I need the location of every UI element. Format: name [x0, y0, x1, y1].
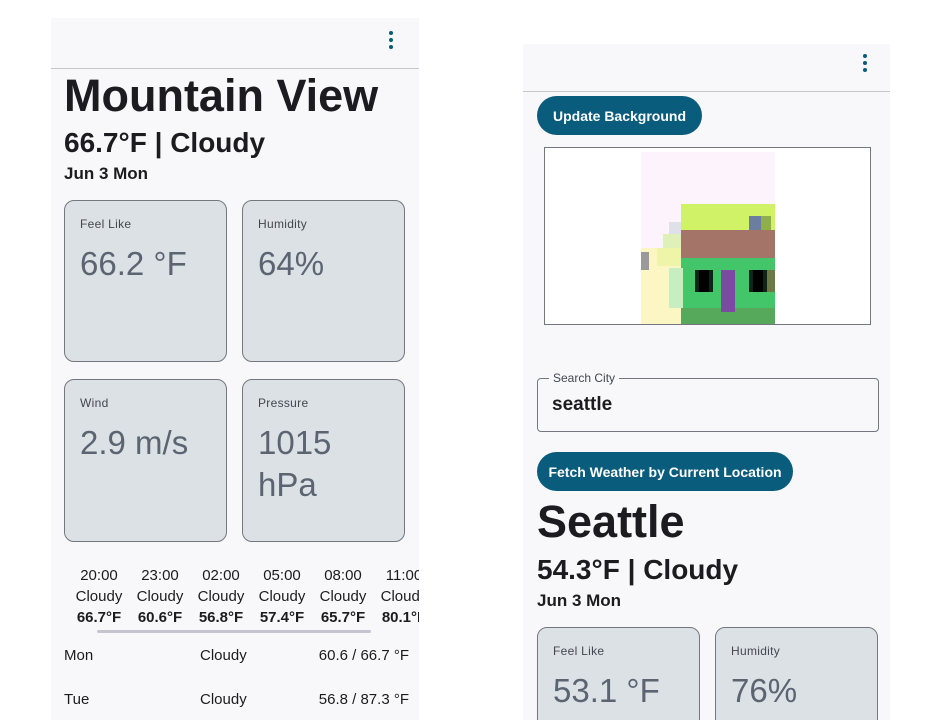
hourly-item: 08:00 Cloudy 65.7°F — [313, 565, 373, 625]
daily-row: Mon Cloudy 60.6 / 66.7 °F — [64, 647, 409, 671]
card-label: Humidity — [731, 644, 781, 658]
card-label: Wind — [80, 396, 109, 410]
current-date: Jun 3 Mon — [64, 164, 149, 183]
pixel-house-image — [641, 152, 775, 324]
hour-condition: Cloudy — [75, 588, 123, 605]
card-value: 2.9 m/s — [80, 424, 189, 461]
left-screen: Mountain View 66.7°F | Cloudy Jun 3 Mon … — [51, 18, 419, 720]
daily-range: 56.8 / 87.3 °F — [318, 691, 409, 708]
card-value: 1015 hPa — [258, 424, 332, 503]
daily-range: 60.6 / 66.7 °F — [318, 647, 409, 664]
fetch-location-button[interactable]: Fetch Weather by Current Location — [537, 452, 793, 491]
hour-time: 02:00 — [202, 567, 240, 584]
card-label: Feel Like — [80, 217, 132, 231]
hourly-item: 23:00 Cloudy 60.6°F — [130, 565, 190, 625]
card-value: 66.2 °F — [80, 245, 187, 282]
wind-card: Wind 2.9 m/s — [64, 379, 227, 542]
feel-like-card: Feel Like 53.1 °F — [537, 627, 700, 720]
search-city-field[interactable]: Search City — [537, 371, 879, 432]
hour-time: 20:00 — [80, 567, 118, 584]
horizontal-scrollbar[interactable] — [97, 630, 371, 633]
card-label: Pressure — [258, 396, 309, 410]
hourly-item: 05:00 Cloudy 57.4°F — [252, 565, 312, 625]
feel-like-card: Feel Like 66.2 °F — [64, 200, 227, 362]
hour-time: 05:00 — [263, 567, 301, 584]
hour-time: 23:00 — [141, 567, 179, 584]
right-screen: Update Background Search City seattle Fe… — [523, 44, 890, 720]
daily-condition: Cloudy — [200, 647, 247, 664]
card-label: Feel Like — [553, 644, 605, 658]
hour-condition: Cloudy — [258, 588, 306, 605]
background-image — [544, 147, 871, 325]
pressure-card: Pressure 1015 hPa — [242, 379, 405, 542]
hourly-item: 02:00 Cloudy 56.8°F — [191, 565, 251, 625]
top-app-bar — [51, 18, 419, 69]
hour-temp: 65.7°F — [320, 609, 366, 625]
daily-day: Tue — [64, 691, 90, 708]
daily-day: Mon — [64, 647, 94, 664]
more-vert-icon[interactable] — [385, 28, 397, 52]
update-background-button[interactable]: Update Background — [537, 96, 702, 135]
hourly-forecast[interactable]: 20:00 Cloudy 66.7°F 23:00 Cloudy 60.6°F … — [73, 565, 419, 625]
hour-temp: 66.7°F — [76, 609, 122, 625]
city-title: Seattle — [537, 496, 685, 547]
top-app-bar — [523, 44, 890, 92]
current-condition: 54.3°F | Cloudy — [537, 554, 739, 585]
daily-row: Tue Cloudy 56.8 / 87.3 °F — [64, 691, 409, 715]
hour-time: 11:00 — [385, 567, 419, 584]
hour-temp: 56.8°F — [198, 609, 244, 625]
humidity-card: Humidity 64% — [242, 200, 405, 362]
hour-temp: 57.4°F — [259, 609, 305, 625]
hour-time: 08:00 — [324, 567, 362, 584]
hour-condition: Cloudy — [136, 588, 184, 605]
more-vert-icon[interactable] — [859, 51, 871, 75]
hour-temp: 60.6°F — [137, 609, 183, 625]
card-label: Humidity — [258, 217, 308, 231]
humidity-card: Humidity 76% — [715, 627, 878, 720]
hour-temp: 80.1°F — [381, 609, 419, 625]
city-title: Mountain View — [64, 70, 379, 121]
search-city-label: Search City — [549, 371, 620, 386]
search-input[interactable] — [552, 394, 862, 416]
current-date: Jun 3 Mon — [537, 591, 622, 610]
hourly-item: 11:00 Cloudy 80.1°F — [374, 565, 419, 625]
hour-condition: Cloudy — [380, 588, 419, 605]
card-value: 64% — [258, 245, 325, 282]
hour-condition: Cloudy — [319, 588, 367, 605]
hour-condition: Cloudy — [197, 588, 245, 605]
daily-condition: Cloudy — [200, 691, 247, 708]
current-condition: 66.7°F | Cloudy — [64, 127, 266, 158]
card-value: 76% — [731, 672, 798, 709]
hourly-item: 20:00 Cloudy 66.7°F — [73, 565, 129, 625]
card-value: 53.1 °F — [553, 672, 660, 709]
